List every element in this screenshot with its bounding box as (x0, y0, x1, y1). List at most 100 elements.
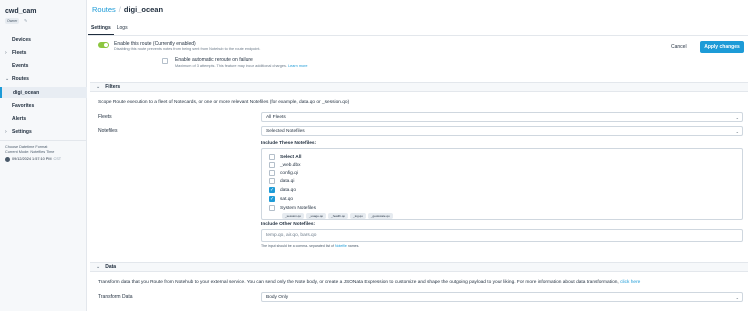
transform-data-select[interactable]: Body Only ⌄ (261, 292, 743, 302)
fleets-label: Fleets (98, 114, 112, 120)
auto-reroute-desc-text: Maximum of 3 attempts. This feature may … (175, 64, 287, 68)
notefile-checkbox[interactable] (269, 187, 275, 193)
breadcrumb-separator: / (118, 5, 121, 14)
sidebar: cwd_cam Owner ✎ Devices › Fleets Events … (0, 0, 87, 311)
notefile-name: _web.dbx (280, 162, 301, 168)
cancel-button[interactable]: Cancel (667, 41, 691, 53)
system-notefile-chips: _session.qo _usage.qo _health.qo _log.qo… (282, 213, 395, 219)
pin-icon[interactable]: ✎ (24, 18, 27, 23)
timezone-label: CST (53, 157, 62, 161)
sidebar-item-routes[interactable]: ⌄ Routes (0, 73, 87, 84)
notefile-item[interactable]: Select All (269, 153, 301, 161)
sidebar-item-label: Alerts (12, 115, 27, 122)
include-notefiles-label: Include These Notefiles: (261, 141, 317, 146)
notefile-item[interactable]: config.qi (269, 169, 298, 177)
filters-heading: Filters (105, 84, 121, 90)
notefile-item[interactable]: System Notefiles (269, 204, 316, 212)
notefile-item[interactable]: _web.dbx (269, 161, 301, 169)
tab-logs[interactable]: Logs (114, 23, 131, 35)
notefile-name: Select All (280, 154, 302, 160)
other-notefiles-placeholder: temp.qo, air.qo, bars.qo (266, 233, 317, 238)
notefile-docs-link[interactable]: Notefile (335, 244, 347, 248)
chevron-down-icon: ⌄ (735, 115, 739, 120)
system-chip: _health.qo (328, 213, 349, 219)
chevron-right-icon: › (5, 49, 7, 56)
data-intro-text: Transform data that you Route from Noteh… (98, 280, 619, 285)
breadcrumb-current: digi_ocean (123, 5, 164, 14)
filters-intro: Scope Route execution to a fleet of Note… (98, 100, 350, 105)
role-badge: Owner (5, 18, 20, 24)
chevron-down-icon: ⌄ (735, 129, 739, 134)
sidebar-item-label: Fleets (12, 49, 27, 56)
sidebar-item-events[interactable]: Events (0, 60, 87, 71)
notefile-name: System Notefiles (280, 205, 316, 211)
project-name[interactable]: cwd_cam (5, 8, 37, 15)
sidebar-item-favorites[interactable]: Favorites (0, 100, 87, 111)
notefile-checkbox[interactable] (269, 205, 275, 211)
notefile-item[interactable]: data.qo (269, 186, 296, 194)
fleets-select-value: All Fleets (266, 114, 286, 120)
fleets-select[interactable]: All Fleets ⌄ (261, 112, 743, 122)
enable-route-toggle[interactable] (98, 42, 109, 48)
datetime-mode: Current Mode: Notefiles Time (5, 150, 55, 154)
system-chip: _usage.qo (306, 213, 327, 219)
sidebar-item-label: digi_ocean (13, 89, 40, 96)
sidebar-item-label: Routes (12, 75, 29, 82)
sidebar-item-label: Devices (12, 36, 31, 43)
sidebar-item-devices[interactable]: Devices (0, 34, 87, 45)
notefiles-label: Notefiles (98, 128, 118, 134)
notefile-checkbox[interactable] (269, 154, 275, 160)
notefiles-select-value: Selected Notefiles (266, 128, 305, 134)
notefiles-list: Select All _web.dbx config.qi data.qi da… (261, 148, 743, 220)
tab-settings[interactable]: Settings (88, 23, 114, 35)
filters-section-header[interactable]: ⌄ Filters (90, 82, 748, 92)
apply-changes-button[interactable]: Apply changes (700, 41, 744, 53)
datetime-value: 09/12/2024 1:57:10 PM (12, 157, 52, 161)
breadcrumb: Routes / digi_ocean (92, 5, 163, 14)
notefile-checkbox[interactable] (269, 178, 275, 184)
auto-reroute-description: Maximum of 3 attempts. This feature may … (175, 64, 307, 68)
datetime-format[interactable]: Choose Datetime Format Current Mode: Not… (5, 145, 83, 162)
transform-data-value: Body Only (266, 294, 289, 300)
breadcrumb-routes[interactable]: Routes (92, 5, 116, 14)
sidebar-item-label: Favorites (12, 102, 35, 109)
sidebar-item-label: Events (12, 62, 29, 69)
notefile-name: sat.qo (280, 196, 294, 202)
clock-icon (5, 157, 10, 162)
sidebar-item-label: Settings (12, 128, 32, 135)
sidebar-item-alerts[interactable]: Alerts (0, 113, 87, 124)
data-section-header[interactable]: ⌄ Data (90, 262, 748, 272)
sidebar-item-fleets[interactable]: › Fleets (0, 47, 87, 58)
chevron-down-icon: ⌄ (96, 84, 101, 90)
notefiles-select[interactable]: Selected Notefiles ⌄ (261, 126, 743, 136)
notefile-checkbox[interactable] (269, 196, 275, 202)
sidebar-divider (0, 140, 87, 141)
click-here-link[interactable]: click here (620, 280, 640, 285)
other-notefiles-input[interactable]: temp.qo, air.qo, bars.qo (261, 229, 743, 242)
other-notefiles-hint: The input should be a comma- separated l… (261, 244, 359, 248)
notefile-name: data.qi (280, 178, 295, 184)
learn-more-link[interactable]: Learn more (288, 64, 307, 68)
notefile-item[interactable]: data.qi (269, 177, 294, 185)
transform-data-label: Transform Data (98, 294, 133, 300)
tab-divider (88, 35, 748, 36)
notefile-checkbox[interactable] (269, 162, 275, 168)
chevron-down-icon: ⌄ (735, 295, 739, 300)
notefile-name: config.qi (280, 170, 298, 176)
include-other-label: Include Other Notefiles: (261, 222, 316, 227)
notefile-checkbox[interactable] (269, 170, 275, 176)
auto-reroute-checkbox[interactable] (162, 58, 168, 64)
sidebar-item-settings[interactable]: › Settings (0, 126, 87, 137)
sidebar-item-digi-ocean[interactable]: digi_ocean (0, 87, 87, 98)
notefile-name: data.qo (280, 187, 297, 193)
header: Routes / digi_ocean (88, 0, 748, 21)
chevron-down-icon: ⌄ (96, 264, 101, 270)
tab-bar: Settings Logs (88, 23, 131, 35)
chevron-right-icon: › (5, 128, 7, 135)
data-heading: Data (105, 264, 117, 270)
system-chip: _session.qo (282, 213, 305, 219)
system-chip: _log.qo (350, 213, 366, 219)
notefile-item[interactable]: sat.qo (269, 195, 293, 203)
hint-suffix: names. (347, 244, 360, 248)
chevron-down-icon: ⌄ (5, 75, 10, 82)
